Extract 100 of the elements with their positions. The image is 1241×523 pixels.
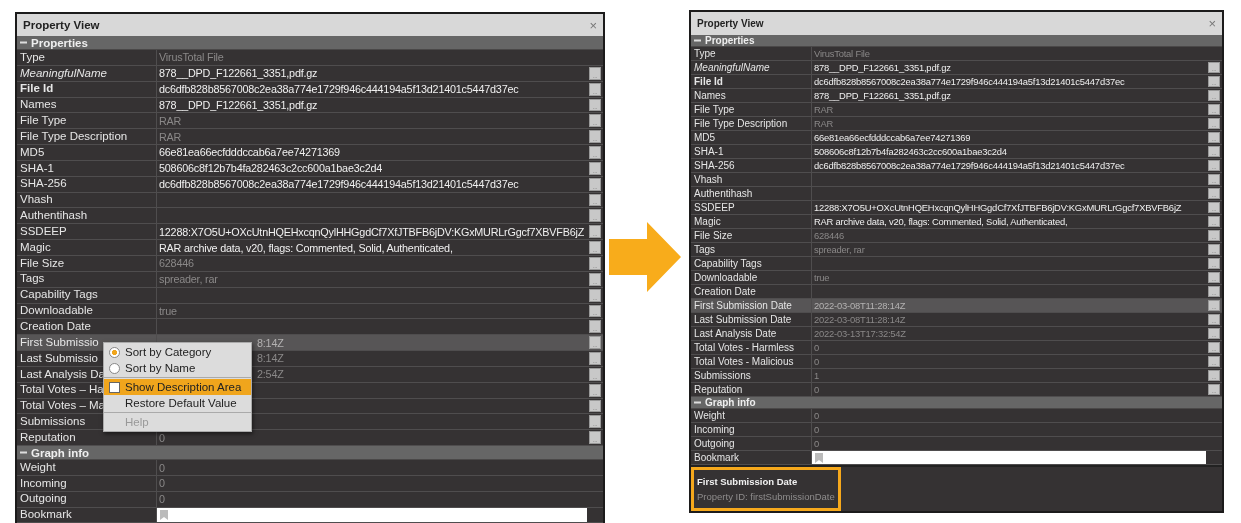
property-label: File Type Description xyxy=(694,118,788,129)
property-label: Incoming xyxy=(20,477,67,490)
property-label: Downloadable xyxy=(694,272,758,283)
property-value: dc6dfb828b8567008c2ea38a774e1729f946c444194a5f13d21401c5447d37ec xyxy=(159,178,519,191)
property-value: 8:14Z xyxy=(257,336,284,349)
property-label: Outgoing xyxy=(694,438,735,449)
property-row[interactable]: Type VirusTotal File xyxy=(17,50,603,66)
property-value: RAR archive data, v20, flags: Commented, Solid, Authenticated, xyxy=(814,216,1068,227)
property-label: SHA-256 xyxy=(20,178,67,190)
property-value: 628446 xyxy=(814,230,845,241)
property-label: File Type Description xyxy=(20,130,128,143)
property-label: Names xyxy=(694,90,726,101)
property-label: Total Votes – Ha xyxy=(20,384,104,396)
property-value: 508606c8f12b7b4fa282463c2cc600a1bae3c2d4 xyxy=(159,162,383,175)
radio-button[interactable] xyxy=(109,346,120,358)
property-label: Submissions xyxy=(20,416,86,428)
menu-item[interactable]: Sort by Name xyxy=(104,360,251,377)
property-value: spreader, rar xyxy=(814,244,865,255)
property-value: RAR xyxy=(814,118,834,129)
property-label: Reputation xyxy=(20,431,76,444)
property-row[interactable]: Outgoing 0 xyxy=(691,437,1222,451)
property-label: Last Submissio xyxy=(20,352,98,365)
section-header[interactable]: Graph info xyxy=(17,446,603,461)
property-row[interactable]: Type VirusTotal File xyxy=(691,47,1222,61)
collapse-icon[interactable] xyxy=(20,41,27,44)
property-row[interactable]: Incoming 0 xyxy=(691,423,1222,437)
property-label: Total Votes - Harmless xyxy=(694,342,795,353)
property-label: Submissions xyxy=(694,370,751,381)
description-title: First Submission Date xyxy=(697,476,799,487)
bookmark-field[interactable] xyxy=(812,451,1206,464)
panel-title: Property View xyxy=(23,19,100,31)
property-label: File Type xyxy=(694,104,735,115)
property-row[interactable]: Weight 0 xyxy=(691,409,1222,423)
property-value: 66e81ea66ecfdddccab6a7ee74271369 xyxy=(814,132,971,143)
property-value: true xyxy=(814,272,830,283)
property-value: dc6dfb828b8567008c2ea38a774e1729f946c444194a5f13d21401c5447d37ec xyxy=(814,160,1125,171)
collapse-icon[interactable] xyxy=(694,39,701,42)
property-id: Property ID: firstSubmissionDate xyxy=(697,491,835,502)
property-value: 0 xyxy=(814,424,819,435)
property-label: MeaningfulName xyxy=(694,62,770,73)
property-label: Reputation xyxy=(694,384,743,395)
property-label: Weight xyxy=(694,410,725,421)
property-value: VirusTotal File xyxy=(159,51,224,64)
property-label: SSDEEP xyxy=(20,225,67,238)
property-label: Downloadable xyxy=(20,305,93,317)
property-label: First Submission Date xyxy=(694,300,792,311)
property-label: Type xyxy=(20,51,45,64)
property-value: 0 xyxy=(159,477,165,490)
menu-item[interactable]: Show Description Area xyxy=(104,379,251,396)
property-value: true xyxy=(159,304,177,317)
property-label: MD5 xyxy=(694,132,716,143)
property-label: Creation Date xyxy=(694,286,756,297)
bookmark-icon xyxy=(815,452,823,463)
property-label: Weight xyxy=(20,461,56,474)
property-value: RAR archive data, v20, flags: Commented, Solid, Authenticated, xyxy=(159,241,453,254)
property-label: Bookmark xyxy=(694,452,739,463)
collapse-icon[interactable] xyxy=(694,401,701,404)
property-label: Vhash xyxy=(694,174,723,185)
property-label: Magic xyxy=(20,241,51,254)
property-label: Magic xyxy=(694,216,721,227)
property-row[interactable]: Bookmark xyxy=(691,451,1222,465)
section-title: Properties xyxy=(705,35,755,46)
property-value: RAR xyxy=(159,130,182,143)
property-label: Tags xyxy=(694,244,716,255)
arrow-drawing xyxy=(609,222,681,292)
property-value: 878__DPD_F122661_3351,pdf.gz xyxy=(159,98,318,111)
property-label: Last Analysis Date xyxy=(694,328,777,339)
property-value: 12288:X7O5U+OXcUtnHQEHxcqnQylHHGgdCf7XfJTBFB6jDV:KGxMURLrGgcf7XBVFB6jZ xyxy=(159,225,585,238)
property-label: Bookmark xyxy=(20,509,72,521)
property-label: Creation Date xyxy=(20,321,91,333)
collapse-icon[interactable] xyxy=(20,451,27,455)
property-value: 0 xyxy=(159,493,165,506)
section-header[interactable]: Properties xyxy=(17,36,603,50)
property-label: MD5 xyxy=(20,146,45,159)
property-value: 2022-03-13T17:32:54Z xyxy=(814,328,906,339)
property-label: First Submissio xyxy=(20,336,99,349)
property-label: File Size xyxy=(694,230,733,241)
section-header[interactable]: Properties xyxy=(691,35,1222,47)
property-label: SHA-1 xyxy=(20,162,54,175)
section-header[interactable]: Graph info xyxy=(691,397,1222,409)
property-value: 8:14Z xyxy=(257,352,284,365)
property-value: 2:54Z xyxy=(257,368,284,381)
property-value: 12288:X7O5U+OXcUtnHQEHxcqnQylHHGgdCf7XfJTBFB6jDV:KGxMURLrGgcf7XBVFB6jZ xyxy=(814,202,1182,213)
property-label: File Size xyxy=(20,257,65,270)
property-label: Vhash xyxy=(20,194,53,206)
property-value: 2022-03-08T11:28:14Z xyxy=(814,300,906,311)
property-value: RAR xyxy=(159,114,182,127)
property-label: MeaningfulName xyxy=(20,67,107,79)
property-label: Authentihash xyxy=(694,188,753,199)
property-label: Type xyxy=(694,48,716,59)
property-value: dc6dfb828b8567008c2ea38a774e1729f946c444194a5f13d21401c5447d37ec xyxy=(814,76,1125,87)
property-value: 508606c8f12b7b4fa282463c2cc600a1bae3c2d4 xyxy=(814,146,1007,157)
checkbox[interactable] xyxy=(109,381,120,393)
property-label: Incoming xyxy=(694,424,735,435)
property-label: Tags xyxy=(20,273,45,285)
property-row[interactable]: Weight 0 xyxy=(17,460,603,476)
radio-button[interactable] xyxy=(109,362,120,374)
property-value: 0 xyxy=(814,342,819,353)
property-label: SSDEEP xyxy=(694,202,735,213)
property-value: 878__DPD_F122661_3351,pdf.gz xyxy=(814,90,951,101)
